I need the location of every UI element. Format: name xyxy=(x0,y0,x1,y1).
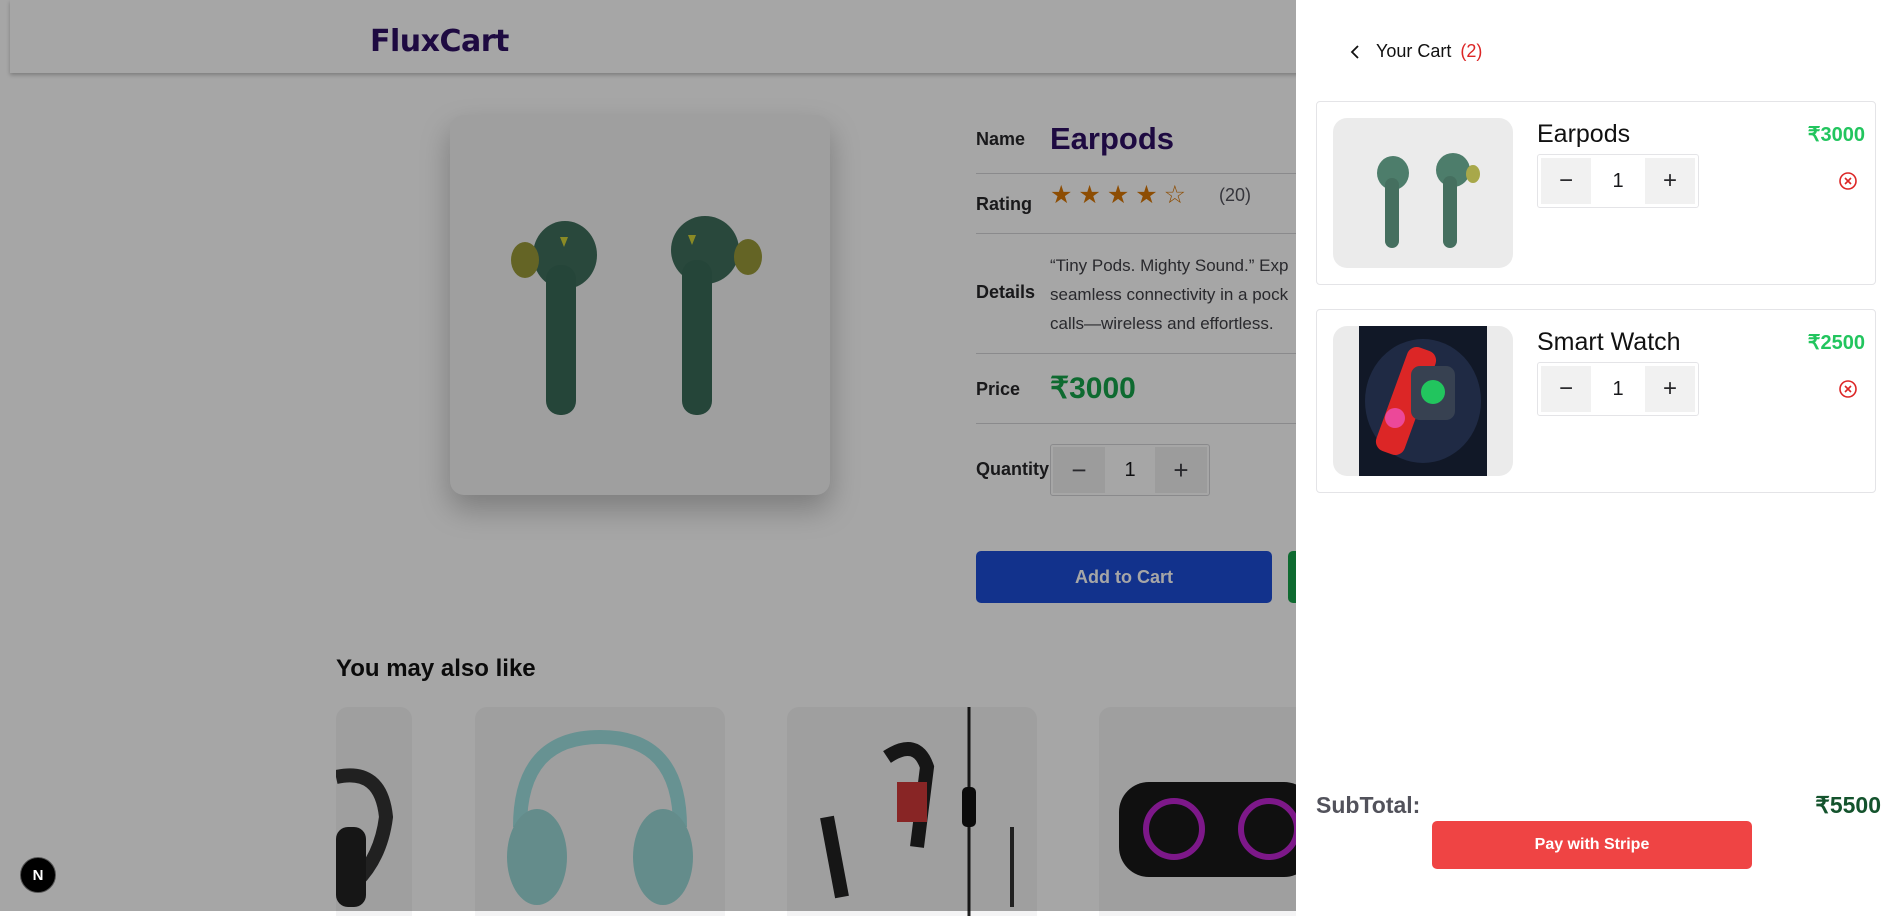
x-circle-icon[interactable] xyxy=(1837,378,1859,400)
cart-header: Your Cart (2) xyxy=(1348,41,1482,62)
plus-icon[interactable]: + xyxy=(1645,158,1695,204)
cart-item-name: Smart Watch xyxy=(1537,328,1681,356)
cart-item: Earpods ₹3000 − 1 + xyxy=(1316,101,1876,285)
cart-drawer: Your Cart (2) Earpods ₹3000 − 1 + Smart … xyxy=(1296,0,1895,916)
x-circle-icon[interactable] xyxy=(1837,170,1859,192)
cart-item-name: Earpods xyxy=(1537,120,1631,148)
quantity-stepper: − 1 + xyxy=(1537,154,1699,208)
nextjs-icon[interactable]: N xyxy=(20,857,56,893)
cart-title: Your Cart xyxy=(1376,41,1452,61)
plus-icon[interactable]: + xyxy=(1645,366,1695,412)
chevron-left-icon[interactable] xyxy=(1348,44,1362,59)
smartwatch-image xyxy=(1359,326,1487,476)
earpods-image xyxy=(1377,153,1480,248)
cart-item: Smart Watch ₹2500 − 1 + xyxy=(1316,309,1876,493)
cart-item-quantity: 1 xyxy=(1612,377,1624,400)
minus-icon[interactable]: − xyxy=(1541,158,1591,204)
cart-item-price: ₹2500 xyxy=(1807,332,1865,354)
cart-count-badge: (2) xyxy=(1460,41,1483,61)
cart-item-image xyxy=(1333,118,1513,268)
cart-item-price: ₹3000 xyxy=(1807,124,1865,146)
subtotal-label: SubTotal: xyxy=(1316,792,1421,818)
cart-item-image xyxy=(1333,326,1513,476)
subtotal-value: ₹5500 xyxy=(1815,792,1881,818)
cart-item-quantity: 1 xyxy=(1612,169,1624,192)
pay-with-stripe-button[interactable]: Pay with Stripe xyxy=(1432,821,1752,869)
page: FluxCart Name Earpods Rating ★★★★☆ (20) … xyxy=(0,0,1895,916)
minus-icon[interactable]: − xyxy=(1541,366,1591,412)
quantity-stepper: − 1 + xyxy=(1537,362,1699,416)
